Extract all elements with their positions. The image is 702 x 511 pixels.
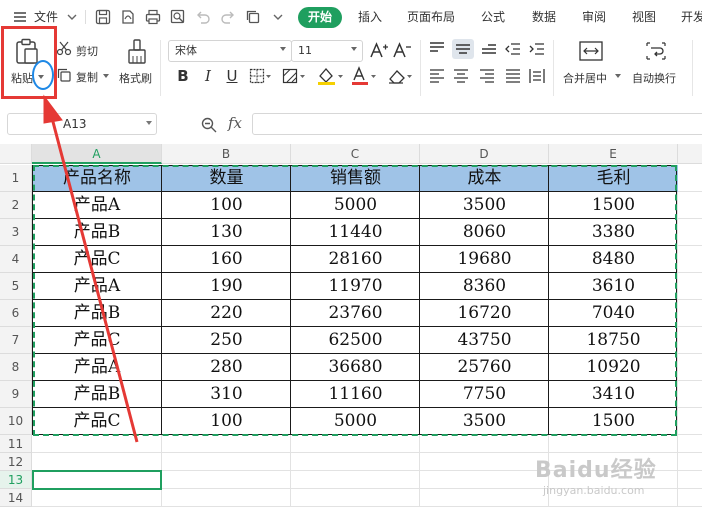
borders-icon[interactable] [249, 68, 271, 84]
cut-button[interactable]: 剪切 [76, 43, 98, 59]
font-size-value: 11 [298, 44, 312, 57]
format-painter-button[interactable]: 格式刷 [119, 70, 152, 86]
align-middle-icon[interactable] [452, 39, 474, 59]
copy-window-icon[interactable] [243, 7, 263, 27]
align-center-icon[interactable] [452, 68, 470, 84]
dropdown-highlight-circle [32, 60, 54, 90]
tab-formulas[interactable]: 公式 [481, 8, 505, 26]
baidu-watermark-logo: Baidu经验 jingyan.baidu.com [535, 452, 695, 504]
row-header-13[interactable]: 13 [0, 471, 32, 489]
wrap-text-button[interactable]: 自动换行 [632, 70, 676, 86]
chevron-down-icon[interactable] [268, 7, 288, 27]
menu-bar: 文件 开始 插入 页面布局 公式 数据 审阅 视图 开发 [0, 0, 702, 34]
print-icon[interactable] [143, 7, 163, 27]
tab-view[interactable]: 视图 [632, 8, 656, 26]
tab-page-layout[interactable]: 页面布局 [407, 8, 455, 26]
justify-icon[interactable] [504, 68, 522, 84]
merge-dropdown-caret-icon[interactable] [615, 74, 621, 79]
row-header-5[interactable]: 5 [0, 273, 32, 300]
align-left-icon[interactable] [428, 68, 446, 84]
row-header-9[interactable]: 9 [0, 381, 32, 408]
chevron-down-icon[interactable] [62, 7, 82, 27]
tab-data[interactable]: 数据 [532, 8, 556, 26]
row-header-1[interactable]: 1 [0, 165, 32, 192]
redo-icon[interactable] [218, 7, 238, 27]
export-pdf-icon[interactable] [118, 7, 138, 27]
gridline [32, 506, 702, 507]
row-header-7[interactable]: 7 [0, 327, 32, 354]
row-header-4[interactable]: 4 [0, 246, 32, 273]
row-header-12[interactable]: 12 [0, 453, 32, 471]
file-menu[interactable]: 文件 [34, 8, 58, 26]
align-top-icon[interactable] [428, 41, 446, 57]
decrease-font-size-icon[interactable] [392, 41, 412, 59]
fill-pattern-icon[interactable] [282, 68, 306, 84]
row-header-14[interactable]: 14 [0, 489, 32, 507]
select-all-corner[interactable] [0, 144, 32, 164]
formula-input[interactable] [252, 113, 702, 135]
row-header-11[interactable]: 11 [0, 435, 32, 453]
copy-marquee [33, 165, 677, 436]
format-painter-icon[interactable] [126, 38, 148, 66]
column-header-e[interactable]: E [549, 144, 678, 164]
bold-button[interactable]: B [174, 67, 192, 85]
save-icon[interactable] [93, 7, 113, 27]
row-header-10[interactable]: 10 [0, 408, 32, 435]
tab-review[interactable]: 审阅 [582, 8, 606, 26]
increase-indent-icon[interactable] [528, 41, 546, 57]
name-box[interactable]: A13 [7, 113, 157, 135]
clear-format-icon[interactable] [386, 67, 414, 85]
copy-dropdown-caret-icon[interactable] [103, 74, 109, 79]
tab-home[interactable]: 开始 [298, 7, 342, 28]
watermark-sub: jingyan.baidu.com [543, 484, 645, 497]
decrease-indent-icon[interactable] [504, 41, 522, 57]
row-header-6[interactable]: 6 [0, 300, 32, 327]
column-header-d[interactable]: D [420, 144, 549, 164]
formula-bar: A13 fx [0, 106, 702, 142]
undo-icon[interactable] [193, 7, 213, 27]
increase-font-size-icon[interactable] [369, 41, 389, 59]
fx-icon[interactable]: fx [228, 114, 242, 132]
font-family-select[interactable]: 宋体 [168, 40, 292, 62]
wrap-text-icon[interactable] [644, 40, 668, 62]
font-size-select[interactable]: 11 [291, 40, 363, 62]
row-header-3[interactable]: 3 [0, 219, 32, 246]
distributed-align-icon[interactable] [528, 68, 546, 84]
row-header-8[interactable]: 8 [0, 354, 32, 381]
fill-color-icon[interactable] [316, 66, 344, 86]
font-color-icon[interactable] [350, 66, 378, 86]
ribbon-toolbar: 粘贴 剪切 复制 格式刷 宋体 11 B I U 合并居中 自动换行 [0, 34, 702, 100]
print-preview-icon[interactable] [168, 7, 188, 27]
column-header-b[interactable]: B [162, 144, 291, 164]
italic-button[interactable]: I [199, 67, 217, 85]
watermark-main: Baidu经验 [535, 458, 657, 483]
column-header-a[interactable]: A [32, 144, 162, 164]
merge-center-button[interactable]: 合并居中 [563, 70, 607, 86]
align-bottom-icon[interactable] [480, 41, 498, 57]
merge-center-icon[interactable] [578, 40, 604, 62]
tab-developer[interactable]: 开发 [681, 8, 702, 26]
row-header-2[interactable]: 2 [0, 192, 32, 219]
name-box-caret-icon[interactable] [146, 121, 152, 126]
scissors-icon[interactable] [56, 40, 72, 56]
tab-insert[interactable]: 插入 [358, 8, 382, 26]
copy-icon[interactable] [56, 67, 72, 83]
active-cell-a13[interactable] [32, 470, 162, 490]
zoom-formula-icon[interactable] [200, 116, 218, 134]
column-header-f[interactable] [678, 144, 702, 164]
font-family-value: 宋体 [175, 44, 197, 57]
copy-button[interactable]: 复制 [76, 69, 98, 85]
align-right-icon[interactable] [478, 68, 496, 84]
name-box-value: A13 [63, 117, 87, 131]
underline-button[interactable]: U [223, 67, 241, 85]
column-header-c[interactable]: C [291, 144, 420, 164]
hamburger-menu-icon[interactable] [10, 7, 30, 27]
